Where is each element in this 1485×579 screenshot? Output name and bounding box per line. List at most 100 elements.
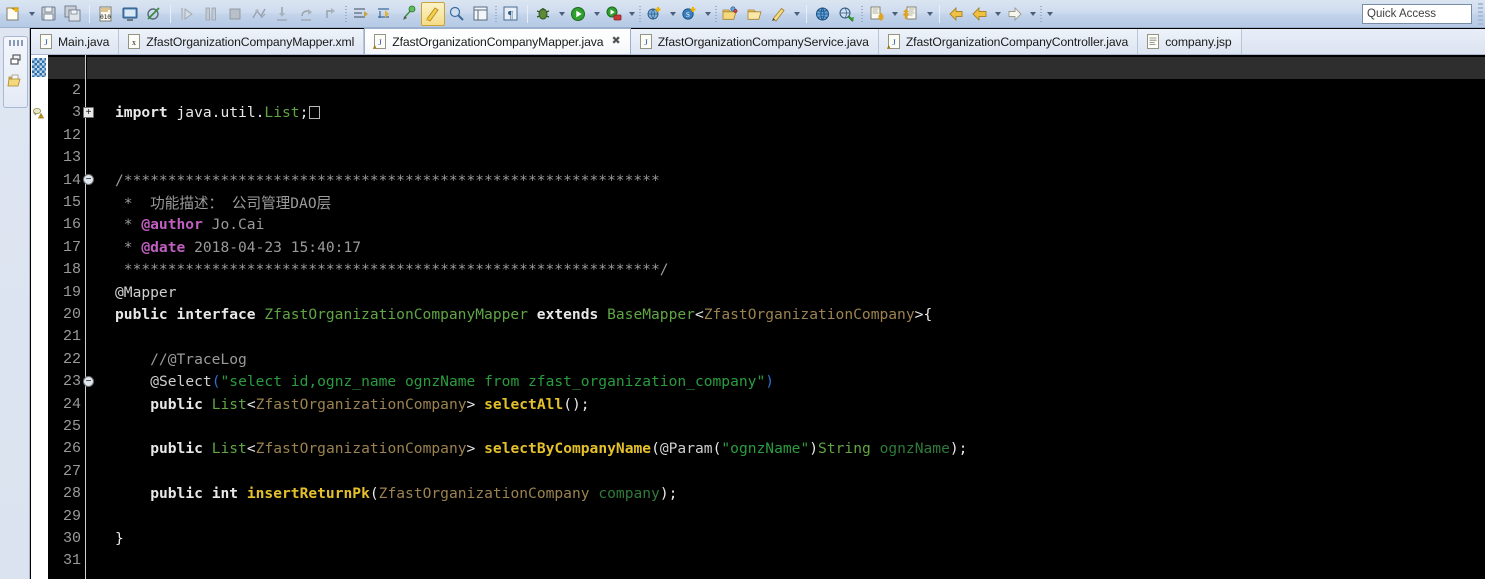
annotate-icon[interactable] <box>767 2 791 26</box>
java-file-icon: J <box>639 34 653 49</box>
code-line[interactable]: public List < ZfastOrganizationCompany > se… <box>87 438 967 460</box>
disconnect-icon[interactable] <box>247 2 271 26</box>
code-line[interactable]: public List < ZfastOrganizationCompany > se… <box>87 393 589 415</box>
toggle-binary-icon[interactable]: 010 <box>94 2 118 26</box>
editor-marker-gutter[interactable] <box>31 55 48 579</box>
editor-tab-3[interactable]: J ZfastOrganizationCompanyService.java <box>630 29 879 54</box>
forward-dropdown-arrow[interactable] <box>1027 3 1038 25</box>
annotate-dropdown-arrow[interactable] <box>791 3 802 25</box>
open-type-icon[interactable] <box>445 2 469 26</box>
save-icon[interactable] <box>37 2 61 26</box>
web-dropdown-arrow[interactable] <box>667 3 678 25</box>
external-tools-dropdown-arrow[interactable] <box>626 3 637 25</box>
quick-access-field[interactable]: Quick Access <box>1362 3 1472 24</box>
code-editor[interactable]: package com.fast.organization.dao.mapper… <box>31 55 1485 579</box>
code-line[interactable]: /***************************************… <box>87 169 660 191</box>
terminal-icon[interactable] <box>118 2 142 26</box>
package-explorer-icon[interactable] <box>6 71 26 93</box>
commit-icon[interactable] <box>865 2 889 26</box>
tab-label: ZfastOrganizationCompanyService.java <box>657 34 869 49</box>
editor-tab-1[interactable]: x ZfastOrganizationCompanyMapper.xml <box>119 29 365 54</box>
update-dropdown-arrow[interactable] <box>924 3 935 25</box>
step-return-icon[interactable] <box>319 2 343 26</box>
code-line[interactable]: @Select("select id,ognz_name ognzName fr… <box>87 371 774 393</box>
resume-icon[interactable] <box>175 2 199 26</box>
search-icon[interactable] <box>835 2 859 26</box>
back-icon[interactable] <box>944 2 968 26</box>
svg-text:S: S <box>686 11 690 19</box>
pilcrow-icon[interactable]: ¶ <box>499 2 523 26</box>
line-number: 25 <box>62 418 81 436</box>
code-line[interactable]: public int insertReturnPk(ZfastOrganizat… <box>87 483 677 505</box>
code-line[interactable]: public interface ZfastOrganizationCompan… <box>87 303 932 325</box>
step-over-icon[interactable] <box>295 2 319 26</box>
code-line[interactable] <box>87 326 115 348</box>
debug-dropdown-arrow[interactable] <box>556 3 567 25</box>
code-line[interactable]: * @date 2018-04-23 15:40:17 <box>87 236 361 258</box>
overflow-dropdown-arrow[interactable] <box>1044 3 1055 25</box>
code-line[interactable]: @Mapper <box>87 281 177 303</box>
tab-close-icon[interactable]: ✖ <box>611 36 620 47</box>
open-web-browser-icon[interactable] <box>811 2 835 26</box>
tab-label: ZfastOrganizationCompanyMapper.java <box>392 34 604 49</box>
debug-icon[interactable] <box>532 2 556 26</box>
code-line[interactable]: } <box>87 527 124 549</box>
fold-collapse-icon[interactable]: − <box>83 375 94 387</box>
svn-dropdown-arrow[interactable] <box>702 3 713 25</box>
line-number: 15 <box>62 194 81 212</box>
toolbar-separator <box>861 5 863 22</box>
new-svn-repository-icon[interactable]: S <box>678 2 702 26</box>
close-package-icon[interactable] <box>743 2 767 26</box>
code-line[interactable] <box>87 124 115 146</box>
tab-label: company.jsp <box>1165 34 1232 49</box>
new-dynamic-web-project-icon[interactable] <box>643 2 667 26</box>
update-icon[interactable] <box>900 2 924 26</box>
previous-icon[interactable] <box>968 2 992 26</box>
skip-breakpoints-icon[interactable] <box>142 2 166 26</box>
next-annotation-icon[interactable] <box>349 2 373 26</box>
collapsed-imports-box[interactable] <box>309 106 321 120</box>
code-line[interactable] <box>87 505 115 527</box>
save-all-icon[interactable] <box>61 2 85 26</box>
editor-tab-5[interactable]: company.jsp <box>1138 29 1242 54</box>
restore-view-icon[interactable] <box>6 49 26 71</box>
forward-icon[interactable] <box>1003 2 1027 26</box>
line-number: 17 <box>62 238 81 256</box>
commit-dropdown-arrow[interactable] <box>889 3 900 25</box>
step-into-icon[interactable] <box>271 2 295 26</box>
show-view-icon[interactable] <box>469 2 493 26</box>
last-edit-location-icon[interactable] <box>397 2 421 26</box>
code-line[interactable]: //@TraceLog <box>87 348 247 370</box>
suspend-icon[interactable] <box>199 2 223 26</box>
new-wizard-icon[interactable] <box>2 2 26 26</box>
code-line[interactable] <box>87 550 115 572</box>
toolbar-grip[interactable] <box>1478 2 1483 25</box>
toggle-mark-occurrences-icon[interactable] <box>421 1 445 26</box>
editor-code-area[interactable]: package com.fast.organization.dao.mapper… <box>87 55 1485 579</box>
terminate-icon[interactable] <box>223 2 247 26</box>
warning-import-icon[interactable] <box>32 105 47 120</box>
previous-annotation-icon[interactable] <box>373 2 397 26</box>
editor-tab-4[interactable]: J ZfastOrganizationCompanyController.java <box>878 29 1139 54</box>
editor-tab-2[interactable]: J ZfastOrganizationCompanyMapper.java ✖ <box>364 28 631 54</box>
toolbar-separator <box>639 5 641 22</box>
new-dropdown-arrow[interactable] <box>26 3 37 25</box>
run-external-tools-icon[interactable] <box>602 2 626 26</box>
line-number: 12 <box>62 126 81 144</box>
open-package-icon[interactable] <box>719 2 743 26</box>
code-line[interactable] <box>87 415 115 437</box>
back-dropdown-arrow[interactable] <box>992 3 1003 25</box>
code-line[interactable] <box>87 79 115 101</box>
fold-collapse-icon[interactable]: − <box>83 174 94 185</box>
drag-handle-dots[interactable] <box>8 40 23 46</box>
run-dropdown-arrow[interactable] <box>591 3 602 25</box>
code-line[interactable]: ****************************************… <box>87 259 669 281</box>
code-line[interactable] <box>87 147 115 169</box>
run-icon[interactable] <box>567 2 591 26</box>
code-line[interactable] <box>87 460 115 482</box>
code-line[interactable]: * @author Jo.Cai <box>87 214 265 236</box>
editor-tab-0[interactable]: J Main.java <box>31 29 120 54</box>
code-line[interactable]: * 功能描述： 公司管理DAO层 <box>87 191 331 213</box>
code-line[interactable]: import java. util. List; <box>87 102 321 124</box>
fold-expand-icon[interactable]: + <box>83 106 94 118</box>
